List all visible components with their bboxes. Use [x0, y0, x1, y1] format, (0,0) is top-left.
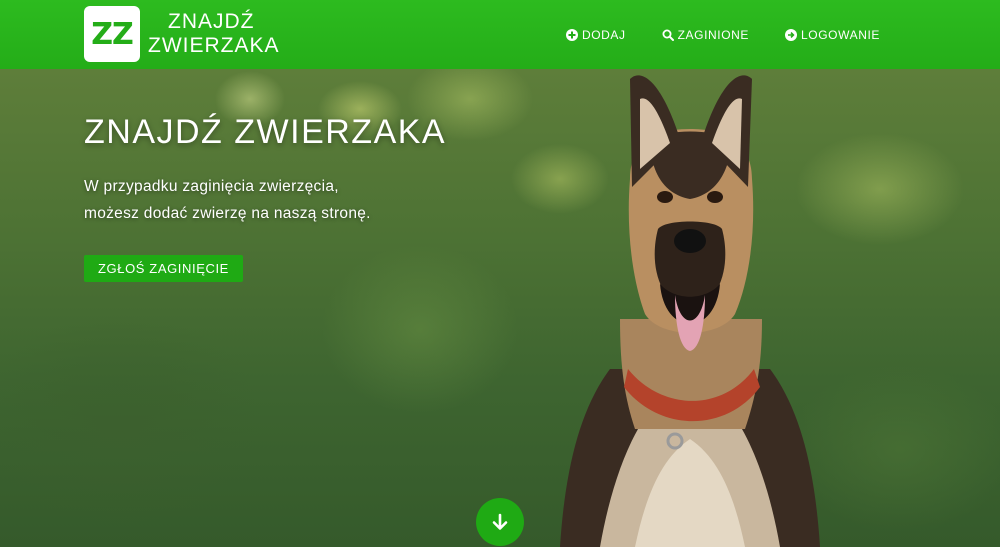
report-missing-button[interactable]: ZGŁOŚ ZAGINIĘCIE — [84, 255, 243, 282]
nav-item-logowanie[interactable]: LOGOWANIE — [785, 28, 880, 42]
hero-section: ZNAJDŹ ZWIERZAKA W przypadku zaginięcia … — [0, 69, 1000, 547]
nav-item-label: LOGOWANIE — [801, 27, 880, 42]
logo: ZZ — [84, 6, 140, 62]
hero-title: ZNAJDŹ ZWIERZAKA — [84, 113, 447, 151]
plus-circle-icon — [565, 28, 578, 41]
search-icon — [662, 29, 674, 41]
arrow-down-icon — [492, 513, 508, 530]
hero-description-line1: W przypadku zaginięcia zwierzęcia, — [84, 178, 339, 195]
brand-name-line1: ZNAJDŹ — [168, 10, 255, 33]
brand-name-line2: ZWIERZAKA — [148, 34, 280, 57]
main-nav: DODAJ ZAGINIONE LOGOWANIE — [565, 0, 880, 69]
hero-description-line2: możesz dodać zwierzę na naszą stronę. — [84, 205, 371, 222]
nav-item-zaginione[interactable]: ZAGINIONE — [662, 28, 749, 42]
hero-description: W przypadku zaginięcia zwierzęcia, możes… — [84, 173, 371, 227]
nav-item-label: ZAGINIONE — [677, 27, 750, 42]
navbar: ZZ ZNAJDŹ ZWIERZAKA DODAJ ZAGINIONE LOGO… — [0, 0, 1000, 69]
logo-text: ZZ — [91, 16, 134, 52]
page: ZZ ZNAJDŹ ZWIERZAKA DODAJ ZAGINIONE LOGO… — [0, 0, 1000, 547]
scroll-down-button[interactable] — [476, 498, 524, 546]
nav-item-dodaj[interactable]: DODAJ — [565, 27, 626, 42]
arrow-right-circle-icon — [785, 28, 798, 41]
dog-image — [560, 75, 820, 547]
brand-name: ZNAJDŹ ZWIERZAKA — [148, 10, 280, 58]
brand-link[interactable]: ZZ ZNAJDŹ ZWIERZAKA — [84, 6, 280, 62]
nav-item-label: DODAJ — [581, 27, 626, 42]
